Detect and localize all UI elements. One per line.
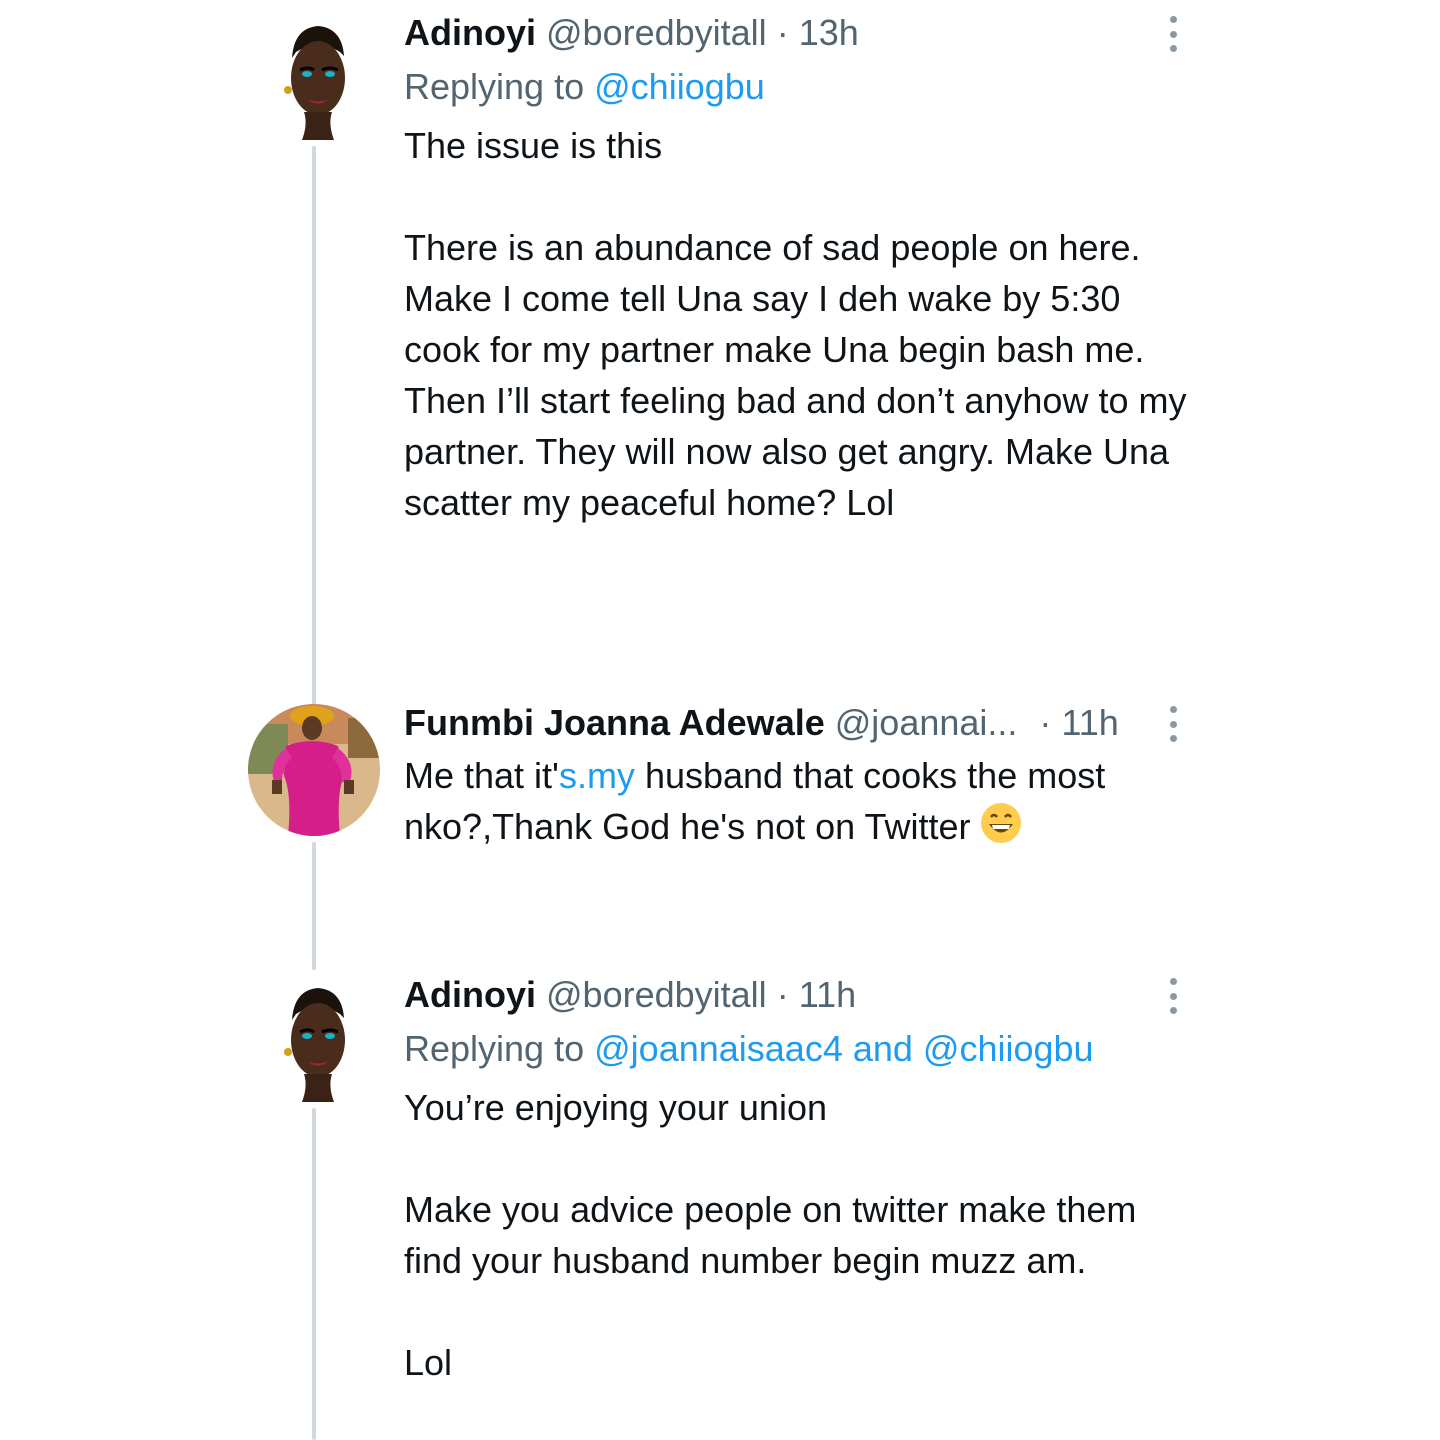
handle[interactable]: @boredbyitall — [546, 12, 767, 53]
handle[interactable]: @boredbyitall — [546, 974, 767, 1015]
display-name[interactable]: Funmbi Joanna Adewale — [404, 702, 825, 743]
thread-line — [312, 1108, 316, 1440]
tweet-paragraph: Me that it's.my husband that cooks the m… — [404, 750, 1204, 852]
grinning-face-emoji — [980, 803, 1021, 843]
display-name[interactable]: Adinoyi — [404, 12, 536, 53]
avatar[interactable] — [248, 12, 380, 144]
separator: · — [776, 974, 789, 1015]
replying-prefix: Replying to — [404, 1028, 585, 1069]
tweet-header: Adinoyi @boredbyitall · 13h — [404, 8, 1204, 58]
more-vertical-icon[interactable] — [1168, 16, 1178, 52]
tweet-paragraph: Make you advice people on twitter make t… — [404, 1189, 1137, 1281]
inline-link[interactable]: s.my — [559, 755, 635, 796]
avatar[interactable] — [248, 974, 380, 1106]
thread-line — [312, 146, 316, 706]
mention-link[interactable]: @joannaisaac4 and @chiiogbu — [594, 1028, 1093, 1069]
separator: · — [776, 12, 789, 53]
tweet-header: Adinoyi @boredbyitall · 11h — [404, 970, 1204, 1020]
timestamp[interactable]: 11h — [1061, 702, 1118, 743]
handle[interactable]: @joannai... — [835, 702, 1018, 743]
tweet-paragraph: You’re enjoying your union — [404, 1087, 827, 1128]
tweet[interactable]: Adinoyi @boredbyitall · 11h Replying to … — [404, 970, 1204, 1388]
more-vertical-icon[interactable] — [1168, 706, 1178, 742]
tweet-text: Me that it's.my husband that cooks the m… — [404, 750, 1204, 852]
replying-to: Replying to @joannaisaac4 and @chiiogbu — [404, 1022, 1204, 1076]
timestamp[interactable]: 11h — [799, 974, 856, 1015]
tweet-header: Funmbi Joanna Adewale @joannai... · 11h — [404, 698, 1204, 748]
thread-line — [312, 842, 316, 970]
display-name[interactable]: Adinoyi — [404, 974, 536, 1015]
tweet-paragraph: Lol — [404, 1342, 453, 1383]
timestamp[interactable]: 13h — [799, 12, 859, 53]
tweet-paragraph: The issue is this — [404, 125, 663, 166]
tweet[interactable]: Adinoyi @boredbyitall · 13h Replying to … — [404, 8, 1204, 528]
tweet-text: You’re enjoying your union Make you advi… — [404, 1082, 1204, 1388]
tweet-paragraph: There is an abundance of sad people on h… — [404, 227, 1187, 523]
replying-prefix: Replying to — [404, 66, 585, 107]
replying-to: Replying to @chiiogbu — [404, 60, 1204, 114]
mention-link[interactable]: @chiiogbu — [594, 66, 765, 107]
tweet-text: The issue is this There is an abundance … — [404, 120, 1204, 528]
avatar[interactable] — [248, 704, 380, 836]
text-before-link: Me that it' — [404, 755, 559, 796]
more-vertical-icon[interactable] — [1168, 978, 1178, 1014]
tweet[interactable]: Funmbi Joanna Adewale @joannai... · 11h … — [404, 698, 1204, 852]
separator: · — [1039, 702, 1052, 743]
